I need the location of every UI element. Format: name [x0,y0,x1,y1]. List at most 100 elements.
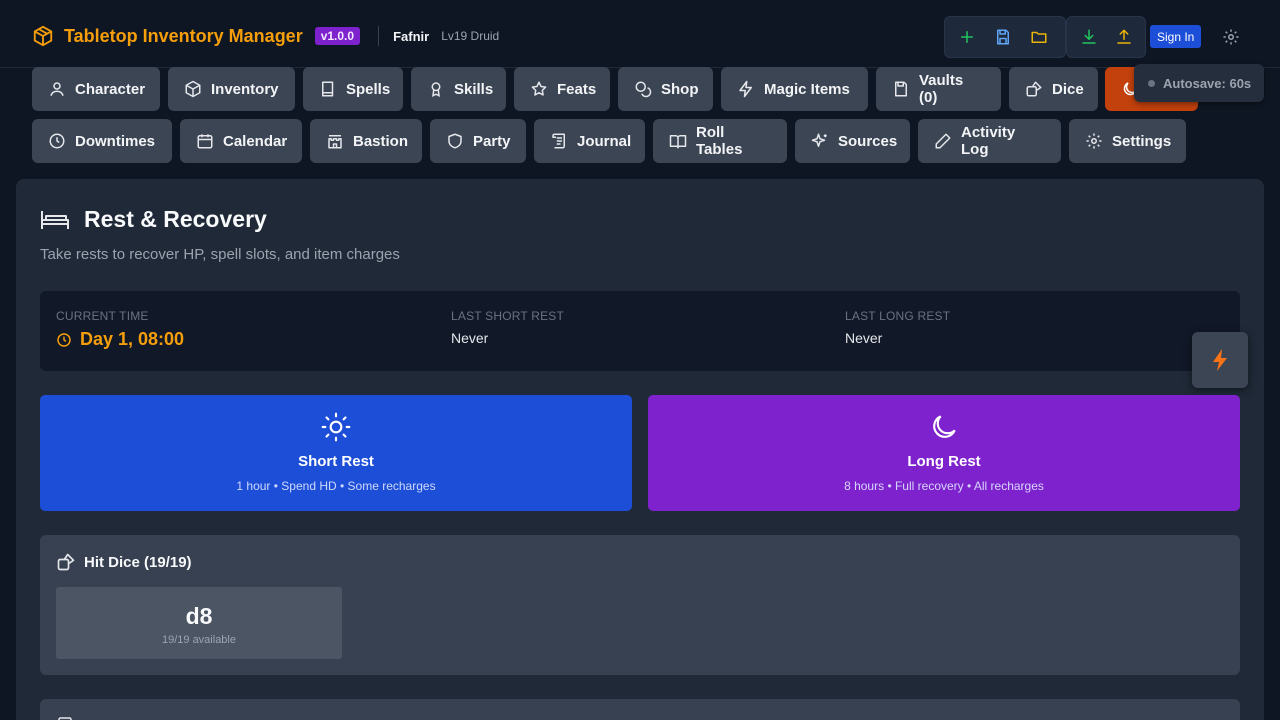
current-time-col: CURRENT TIME Day 1, 08:00 [56,309,184,350]
file-toolbar [944,16,1066,58]
sun-icon [320,411,352,443]
header-divider [378,26,380,46]
folder-icon [1030,28,1048,46]
tab-label: Downtimes [75,132,156,150]
current-time-value: Day 1, 08:00 [80,329,185,349]
tab-calendar[interactable]: Calendar [180,119,302,163]
tab-label: Party [473,132,511,150]
quick-action-button[interactable] [1192,332,1248,388]
tab-roll-tables[interactable]: Roll Tables [653,119,787,163]
hit-dice-title: Hit Dice (19/19) [84,553,192,571]
tab-spells[interactable]: Spells [303,67,403,111]
hit-die-card[interactable]: d8 19/19 available [56,587,342,659]
long-rest-button[interactable]: Long Rest 8 hours • Full recovery • All … [648,395,1240,511]
tab-magic-items[interactable]: Magic Items [721,67,868,111]
hit-die-type: d8 [185,603,213,629]
clock-icon [56,332,72,348]
last-long-rest-label: LAST LONG REST [845,309,951,323]
plus-icon [958,28,976,46]
tab-label: Character [75,80,146,98]
tab-label: Journal [577,132,632,150]
tab-label: Sources [838,132,898,150]
hit-die-available: 19/19 available [161,634,236,646]
last-short-rest-label: LAST SHORT REST [451,309,565,323]
settings-button[interactable] [1219,25,1243,49]
tab-dice[interactable]: Dice [1009,67,1098,111]
tab-journal[interactable]: Journal [534,119,645,163]
tab-label: Skills [454,80,494,98]
tab-bastion[interactable]: Bastion [310,119,422,163]
moon-icon [928,411,960,443]
brand: Tabletop Inventory Manager v1.0.0 Fafnir… [32,25,499,47]
page-subtitle: Take rests to recover HP, spell slots, a… [40,246,400,263]
section-header: Rest & Recovery [40,206,267,233]
current-time-label: CURRENT TIME [56,309,149,323]
dice-icon [1025,80,1043,98]
open-folder-button[interactable] [1021,19,1057,55]
version-badge: v1.0.0 [314,27,361,45]
gear-icon [1222,28,1240,46]
current-time-row: Day 1, 08:00 [56,329,184,350]
sparkles-icon [811,132,829,150]
scroll-icon [550,132,568,150]
pencil-icon [934,132,952,150]
tab-settings[interactable]: Settings [1069,119,1186,163]
castle-icon [326,132,344,150]
next-section [40,699,1240,720]
short-rest-button[interactable]: Short Rest 1 hour • Spend HD • Some rech… [40,395,632,511]
coins-icon [634,80,652,98]
export-button[interactable] [1106,19,1141,55]
last-short-rest-value: Never [451,330,489,346]
section-icon [56,715,74,720]
tab-label: Roll Tables [696,124,743,158]
tab-label: Spells [346,80,391,98]
open-book-icon [669,132,687,150]
tab-inventory[interactable]: Inventory [168,67,295,111]
tab-shop[interactable]: Shop [618,67,713,111]
tab-label: Dice [1052,80,1084,98]
tab-skills[interactable]: Skills [411,67,506,111]
tab-party[interactable]: Party [430,119,526,163]
long-rest-desc: 8 hours • Full recovery • All recharges [844,479,1044,493]
zap-icon [737,80,755,98]
shield-icon [446,132,464,150]
tab-vaults[interactable]: Vaults (0) [876,67,1001,111]
download-icon [1080,28,1098,46]
zap-icon [1211,348,1229,372]
vault-icon [892,80,910,98]
character-level-class: Lv19 Druid [441,29,500,43]
tab-sources[interactable]: Sources [795,119,910,163]
save-icon [994,28,1012,46]
status-dot [1148,79,1155,87]
tab-label: Activity Log [961,124,1016,158]
tab-label: Vaults (0) [919,72,964,106]
tab-downtimes[interactable]: Downtimes [32,119,172,163]
import-button[interactable] [1071,19,1106,55]
tab-label: Shop [661,80,699,98]
import-export-toolbar [1066,16,1146,58]
gear-icon [1085,132,1103,150]
tab-label: Calendar [223,132,288,150]
tab-label: Feats [557,80,597,98]
bed-icon [40,208,70,232]
tab-character[interactable]: Character [32,67,160,111]
add-button[interactable] [949,19,985,55]
star-icon [530,80,548,98]
page-title: Rest & Recovery [84,206,267,232]
autosave-indicator: Autosave: 60s [1134,64,1264,102]
upload-icon [1115,28,1133,46]
last-long-rest-col: LAST LONG REST Never [845,309,950,346]
box-icon [184,80,202,98]
time-summary: CURRENT TIME Day 1, 08:00 LAST SHORT RES… [40,291,1240,371]
save-button[interactable] [985,19,1021,55]
user-icon [48,80,66,98]
tab-feats[interactable]: Feats [514,67,610,111]
clock-icon [48,132,66,150]
tab-activity-log[interactable]: Activity Log [918,119,1061,163]
calendar-icon [196,132,214,150]
autosave-label: Autosave: 60s [1163,75,1252,91]
sign-in-button[interactable]: Sign In [1150,25,1202,48]
short-rest-desc: 1 hour • Spend HD • Some recharges [236,479,436,493]
character-name: Fafnir [393,28,430,44]
award-icon [427,80,445,98]
